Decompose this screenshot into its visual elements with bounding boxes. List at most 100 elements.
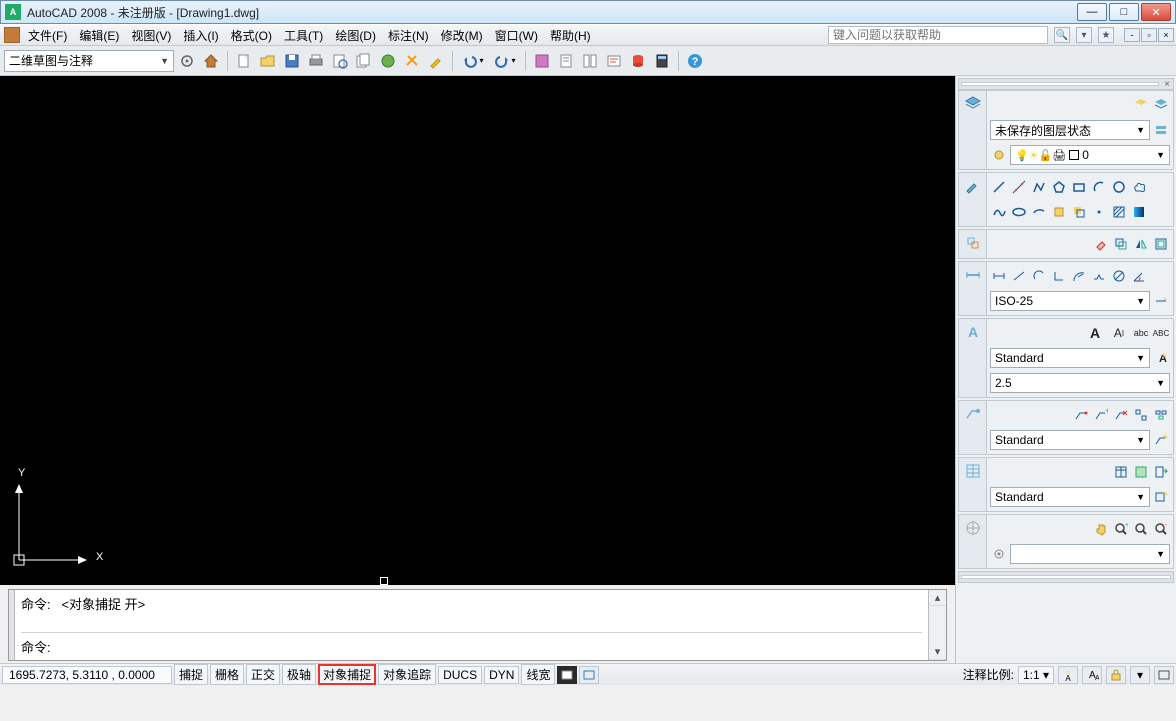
quickcalc-button[interactable] bbox=[651, 50, 673, 72]
menu-format[interactable]: 格式(O) bbox=[225, 25, 278, 46]
arc-button[interactable] bbox=[1090, 178, 1108, 196]
layer-properties-button[interactable] bbox=[1152, 96, 1170, 114]
modify-tab-icon[interactable] bbox=[959, 230, 987, 258]
anno-autoscale-button[interactable]: AA bbox=[1082, 666, 1102, 684]
ducs-toggle[interactable]: DUCS bbox=[438, 666, 482, 684]
cut-button[interactable] bbox=[401, 50, 423, 72]
lwt-toggle[interactable]: 线宽 bbox=[521, 664, 555, 685]
rectangle-button[interactable] bbox=[1070, 178, 1088, 196]
insert-block-button[interactable] bbox=[1050, 203, 1068, 221]
extract-data-button[interactable] bbox=[1152, 463, 1170, 481]
3ddwf-button[interactable] bbox=[377, 50, 399, 72]
menu-window[interactable]: 窗口(W) bbox=[489, 25, 544, 46]
construction-line-button[interactable] bbox=[1010, 178, 1028, 196]
ortho-toggle[interactable]: 正交 bbox=[246, 664, 280, 685]
mleader-remove-button[interactable] bbox=[1112, 406, 1130, 424]
help-search-input[interactable] bbox=[828, 26, 1048, 44]
osnap-toggle[interactable]: 对象捕捉 bbox=[318, 664, 376, 685]
mleader-style-combo[interactable]: Standard▼ bbox=[990, 430, 1150, 450]
anno-visibility-button[interactable]: A bbox=[1058, 666, 1078, 684]
mtext-button[interactable]: A bbox=[1084, 324, 1106, 342]
favorites-icon[interactable]: ★ bbox=[1098, 27, 1114, 43]
offset-button[interactable] bbox=[1152, 235, 1170, 253]
hatch-button[interactable] bbox=[1110, 203, 1128, 221]
multileader-tab-icon[interactable] bbox=[959, 401, 987, 454]
zoom-previous-button[interactable]: - bbox=[1152, 520, 1170, 538]
match-props-button[interactable] bbox=[425, 50, 447, 72]
line-button[interactable] bbox=[990, 178, 1008, 196]
workspace-combo[interactable]: 二维草图与注释 ▼ bbox=[4, 50, 174, 72]
text-tab-icon[interactable]: A bbox=[959, 319, 987, 397]
menu-edit[interactable]: 编辑(E) bbox=[73, 25, 125, 46]
gradient-button[interactable] bbox=[1130, 203, 1148, 221]
mleader-button[interactable] bbox=[1072, 406, 1090, 424]
undo-button[interactable]: ▾ bbox=[458, 50, 488, 72]
ellipse-arc-button[interactable] bbox=[1030, 203, 1048, 221]
block-editor-button[interactable] bbox=[531, 50, 553, 72]
linear-dim-button[interactable] bbox=[990, 267, 1008, 285]
grid-toggle[interactable]: 栅格 bbox=[210, 664, 244, 685]
clean-screen-button[interactable] bbox=[1154, 666, 1174, 684]
ellipse-button[interactable] bbox=[1010, 203, 1028, 221]
polygon-button[interactable] bbox=[1050, 178, 1068, 196]
menu-tools[interactable]: 工具(T) bbox=[278, 25, 329, 46]
dimension-tab-icon[interactable] bbox=[959, 262, 987, 315]
draw-tab-icon[interactable] bbox=[959, 173, 987, 226]
menu-insert[interactable]: 插入(I) bbox=[177, 25, 224, 46]
markup-button[interactable] bbox=[603, 50, 625, 72]
jogged-button[interactable] bbox=[1090, 267, 1108, 285]
dim-style-combo[interactable]: ISO-25▼ bbox=[990, 291, 1150, 311]
mirror-button[interactable] bbox=[1132, 235, 1150, 253]
layer-state-combo[interactable]: 未保存的图层状态▼ bbox=[990, 120, 1150, 140]
help-button[interactable]: ? bbox=[684, 50, 706, 72]
text-style-combo[interactable]: Standard▼ bbox=[990, 348, 1150, 368]
autodesk-icon[interactable] bbox=[4, 27, 20, 43]
layer-states-button[interactable] bbox=[1132, 96, 1150, 114]
diameter-button[interactable] bbox=[1110, 267, 1128, 285]
text-style-manager-button[interactable]: A bbox=[1152, 349, 1170, 367]
child-minimize-button[interactable]: - bbox=[1124, 28, 1140, 42]
sheet-set-button[interactable] bbox=[555, 50, 577, 72]
spell-check-button[interactable]: abc bbox=[1132, 324, 1150, 342]
circle-button[interactable] bbox=[1110, 178, 1128, 196]
table-style-combo[interactable]: Standard▼ bbox=[990, 487, 1150, 507]
menu-file[interactable]: 文件(F) bbox=[22, 25, 73, 46]
aligned-dim-button[interactable] bbox=[1010, 267, 1028, 285]
menu-dim[interactable]: 标注(N) bbox=[382, 25, 435, 46]
dashboard-top-handle[interactable]: × bbox=[958, 78, 1174, 90]
zoom-realtime-button[interactable]: + bbox=[1112, 520, 1130, 538]
zoom-window-button[interactable] bbox=[1132, 520, 1150, 538]
layer-current-combo[interactable]: 💡☀🔓🖨 0▼ bbox=[1010, 145, 1170, 165]
child-restore-button[interactable]: ▫ bbox=[1141, 28, 1157, 42]
plot-preview-button[interactable] bbox=[329, 50, 351, 72]
command-window[interactable]: 命令: <对象捕捉 开> 命令: ▴ ▾ bbox=[8, 589, 947, 661]
model-paper-icon[interactable] bbox=[557, 666, 577, 684]
comm-center-icon[interactable]: ▾ bbox=[1076, 27, 1092, 43]
save-button[interactable] bbox=[281, 50, 303, 72]
layer-manager-button[interactable] bbox=[1152, 121, 1170, 139]
maximize-button[interactable]: □ bbox=[1109, 3, 1139, 21]
child-close-button[interactable]: × bbox=[1158, 28, 1174, 42]
dashboard-close-icon[interactable]: × bbox=[1161, 79, 1173, 90]
new-button[interactable] bbox=[233, 50, 255, 72]
home-button[interactable] bbox=[200, 50, 222, 72]
mleader-align-button[interactable] bbox=[1132, 406, 1150, 424]
dyn-toggle[interactable]: DYN bbox=[484, 666, 519, 684]
polyline-button[interactable] bbox=[1030, 178, 1048, 196]
coordinate-display[interactable]: 1695.7273, 5.3110 , 0.0000 bbox=[2, 666, 172, 684]
find-button[interactable]: ABC bbox=[1152, 324, 1170, 342]
drawing-canvas[interactable]: Y X bbox=[0, 76, 955, 585]
otrack-toggle[interactable]: 对象追踪 bbox=[378, 664, 436, 685]
dim-style-manager-button[interactable] bbox=[1152, 292, 1170, 310]
scroll-up-icon[interactable]: ▴ bbox=[929, 590, 946, 606]
dtext-button[interactable]: AI bbox=[1108, 324, 1130, 342]
command-scrollbar[interactable]: ▴ ▾ bbox=[928, 590, 946, 660]
erase-button[interactable] bbox=[1092, 235, 1110, 253]
ordinate-button[interactable] bbox=[1050, 267, 1068, 285]
pan-button[interactable] bbox=[1092, 520, 1110, 538]
point-button[interactable] bbox=[1090, 203, 1108, 221]
menu-view[interactable]: 视图(V) bbox=[125, 25, 177, 46]
mleader-collect-button[interactable] bbox=[1152, 406, 1170, 424]
layer-filter-button[interactable] bbox=[990, 146, 1008, 164]
search-icon[interactable]: 🔍 bbox=[1054, 27, 1070, 43]
